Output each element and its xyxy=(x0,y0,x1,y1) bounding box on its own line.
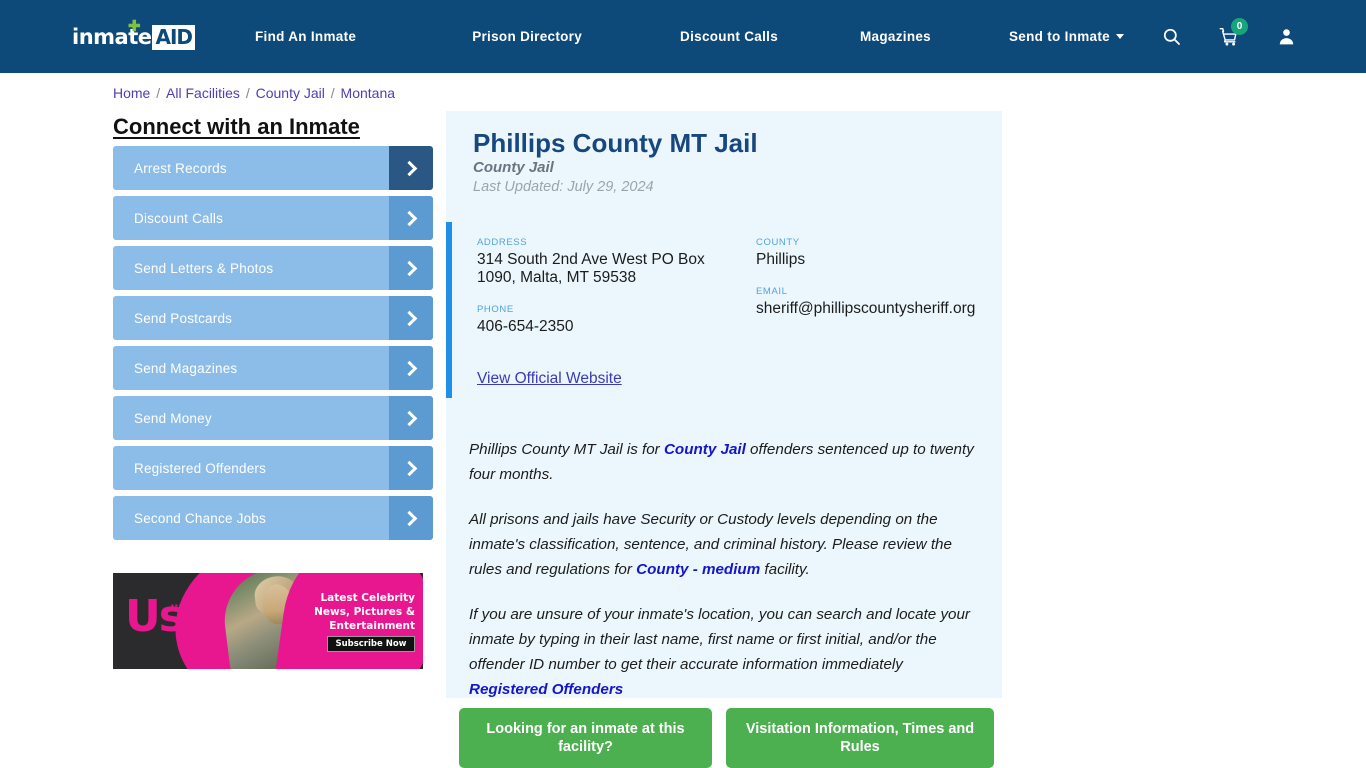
sidebar-item-label: Second Chance Jobs xyxy=(134,510,266,526)
cart-count-badge: 0 xyxy=(1231,17,1248,35)
nav-item-send-to-inmate[interactable]: Send to Inmate xyxy=(1009,29,1124,44)
sidebar-item-label: Send Letters & Photos xyxy=(134,260,274,276)
breadcrumb-item-all-facilities[interactable]: All Facilities xyxy=(166,85,240,101)
chevron-right-icon[interactable] xyxy=(389,346,433,390)
county-label: COUNTY xyxy=(756,237,800,248)
description-paragraph-3: If you are unsure of your inmate's locat… xyxy=(469,602,981,702)
link-county-jail[interactable]: County Jail xyxy=(664,441,746,458)
sidebar-item-label: Registered Offenders xyxy=(134,460,267,476)
phone-block: PHONE 406-654-2350 xyxy=(477,304,717,336)
nav-item-discount-calls[interactable]: Discount Calls xyxy=(680,29,778,44)
breadcrumb-item-home[interactable]: Home xyxy=(113,85,150,101)
chevron-right-icon[interactable] xyxy=(389,296,433,340)
breadcrumb-separator: / xyxy=(326,85,339,101)
header-icon-group: 0 xyxy=(1162,0,1296,73)
sidebar-item-send-letters-photos[interactable]: Send Letters & Photos xyxy=(113,246,433,290)
address-block: ADDRESS 314 South 2nd Ave West PO Box 10… xyxy=(477,237,717,287)
site-logo[interactable]: inmate AID ✚ xyxy=(72,19,196,50)
sidebar-item-send-money[interactable]: Send Money xyxy=(113,396,433,440)
breadcrumb-item-montana[interactable]: Montana xyxy=(341,85,395,101)
chevron-right-icon[interactable] xyxy=(389,496,433,540)
address-value: 314 South 2nd Ave West PO Box 1090, Malt… xyxy=(477,251,705,286)
search-icon[interactable] xyxy=(1162,27,1181,46)
ad-subscribe-button[interactable]: Subscribe Now xyxy=(327,636,415,652)
chevron-right-icon[interactable] xyxy=(389,246,433,290)
chevron-right-icon[interactable] xyxy=(389,396,433,440)
accent-bar xyxy=(446,222,452,398)
phone-label: PHONE xyxy=(477,304,514,315)
ad-headline: Latest Celebrity News, Pictures & Entert… xyxy=(314,592,415,632)
sidebar-item-registered-offenders[interactable]: Registered Offenders xyxy=(113,446,433,490)
description-text: If you are unsure of your inmate's locat… xyxy=(469,606,970,673)
email-block: EMAIL sheriff@phillipscountysheriff.org xyxy=(756,286,981,318)
sidebar-menu: Arrest Records Discount Calls Send Lette… xyxy=(113,146,433,546)
facility-type: County Jail xyxy=(473,159,554,176)
breadcrumb-item-county-jail[interactable]: County Jail xyxy=(256,85,325,101)
sidebar-title: Connect with an Inmate xyxy=(113,114,360,139)
view-official-website-link[interactable]: View Official Website xyxy=(477,370,622,388)
breadcrumb: Home / All Facilities / County Jail / Mo… xyxy=(113,85,395,101)
advertisement-banner[interactable]: Us ▪▪▪▪ Latest Celebrity News, Pictures … xyxy=(113,573,423,669)
breadcrumb-separator: / xyxy=(152,85,165,101)
sidebar-item-send-postcards[interactable]: Send Postcards xyxy=(113,296,433,340)
email-value: sheriff@phillipscountysheriff.org xyxy=(756,300,976,317)
description-text: facility. xyxy=(760,561,810,578)
email-label: EMAIL xyxy=(756,286,788,297)
breadcrumb-separator: / xyxy=(241,85,254,101)
address-label: ADDRESS xyxy=(477,237,528,248)
nav-item-magazines[interactable]: Magazines xyxy=(860,29,931,44)
details-column-left: ADDRESS 314 South 2nd Ave West PO Box 10… xyxy=(477,237,717,353)
sidebar-item-label: Send Money xyxy=(134,410,212,426)
chevron-right-icon[interactable] xyxy=(389,196,433,240)
link-registered-offenders[interactable]: Registered Offenders xyxy=(469,681,623,698)
sidebar-item-send-magazines[interactable]: Send Magazines xyxy=(113,346,433,390)
chevron-right-icon[interactable] xyxy=(389,446,433,490)
details-column-right: COUNTY Phillips EMAIL sheriff@phillipsco… xyxy=(756,237,981,335)
sidebar-item-label: Arrest Records xyxy=(134,160,227,176)
description-paragraph-2: All prisons and jails have Security or C… xyxy=(469,507,981,582)
chevron-right-icon[interactable] xyxy=(389,146,433,190)
ad-logo-dots: ▪▪▪▪ xyxy=(171,601,187,610)
sidebar-item-label: Send Magazines xyxy=(134,360,238,376)
sidebar-item-discount-calls[interactable]: Discount Calls xyxy=(113,196,433,240)
description-text: Phillips County MT Jail is for xyxy=(469,441,664,458)
last-updated-text: Last Updated: July 29, 2024 xyxy=(473,179,654,195)
logo-badge: AID xyxy=(152,24,196,50)
looking-for-inmate-button[interactable]: Looking for an inmate at this facility? xyxy=(459,708,712,768)
chevron-down-icon xyxy=(1115,33,1124,39)
county-value: Phillips xyxy=(756,251,806,268)
sidebar-item-second-chance-jobs[interactable]: Second Chance Jobs xyxy=(113,496,433,540)
county-block: COUNTY Phillips xyxy=(756,237,981,269)
visitation-info-button[interactable]: Visitation Information, Times and Rules xyxy=(726,708,994,768)
link-county-medium[interactable]: County - medium xyxy=(636,561,760,578)
cta-button-row: Looking for an inmate at this facility? … xyxy=(459,708,994,768)
nav-item-send-to-inmate-label: Send to Inmate xyxy=(1009,29,1110,44)
nav-item-find-an-inmate[interactable]: Find An Inmate xyxy=(255,29,356,44)
cart-icon[interactable]: 0 xyxy=(1219,17,1248,47)
phone-value: 406-654-2350 xyxy=(477,318,574,335)
nav-item-prison-directory[interactable]: Prison Directory xyxy=(472,29,582,44)
plus-icon: ✚ xyxy=(128,18,141,35)
main-navigation: Find An Inmate Prison Directory Discount… xyxy=(255,0,1124,73)
sidebar-item-label: Send Postcards xyxy=(134,310,233,326)
sidebar-item-label: Discount Calls xyxy=(134,210,224,226)
sidebar-item-arrest-records[interactable]: Arrest Records xyxy=(113,146,433,190)
user-icon[interactable] xyxy=(1277,27,1296,46)
site-header: inmate AID ✚ Find An Inmate Prison Direc… xyxy=(0,0,1366,73)
page-title: Phillips County MT Jail xyxy=(473,128,758,158)
facility-description: Phillips County MT Jail is for County Ja… xyxy=(469,437,981,722)
description-paragraph-1: Phillips County MT Jail is for County Ja… xyxy=(469,437,981,487)
facility-info-card: Phillips County MT Jail County Jail Last… xyxy=(446,111,1002,698)
